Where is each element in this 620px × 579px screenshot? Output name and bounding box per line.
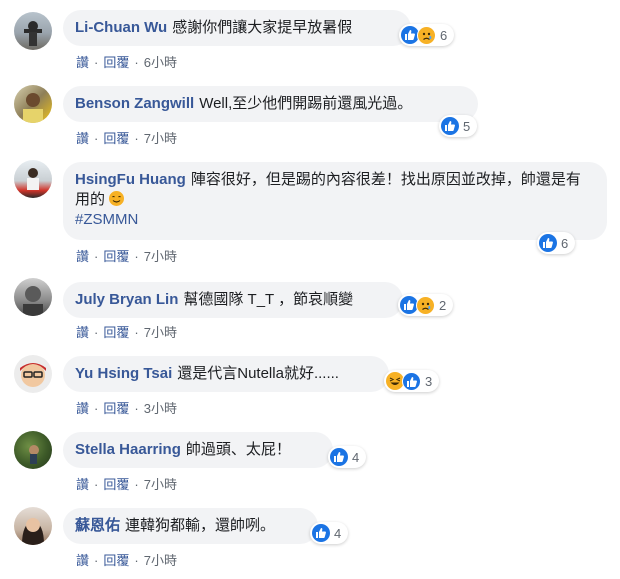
comment-time[interactable]: 7小時 — [144, 474, 177, 493]
like-reaction-icon — [312, 524, 330, 542]
reaction-summary[interactable]: 5 — [439, 115, 478, 137]
comment-time[interactable]: 6小時 — [144, 52, 177, 71]
smile-emoji-icon — [109, 191, 125, 206]
comment-bubble: Stella Haarring 帥過頭、太屁！ — [63, 432, 333, 468]
separator-dot: · — [94, 553, 99, 568]
avatar[interactable] — [14, 160, 52, 198]
like-link[interactable]: 讚 — [76, 550, 89, 569]
comment-text: 帥過頭、太屁！ — [185, 441, 291, 458]
comment-time[interactable]: 7小時 — [144, 246, 177, 265]
like-link[interactable]: 讚 — [76, 474, 89, 493]
reaction-count: 4 — [352, 449, 360, 465]
comment-actions: 讚 · 回覆 · 7小時 — [76, 246, 177, 265]
comment-actions: 讚 · 回覆 · 7小時 — [76, 128, 177, 147]
comment-author[interactable]: Li-Chuan Wu — [75, 19, 167, 36]
separator-dot: · — [94, 401, 99, 416]
comment-actions: 讚 · 回覆 · 7小時 — [76, 322, 177, 341]
separator-dot: · — [134, 325, 139, 340]
separator-dot: · — [94, 55, 99, 70]
comment-text: 連韓狗都輸，還帥咧。 — [125, 517, 276, 534]
hashtag-link[interactable]: #ZSMMN — [75, 211, 138, 228]
comment-author[interactable]: Benson Zangwill — [75, 95, 194, 112]
separator-dot: · — [94, 477, 99, 492]
reaction-count: 4 — [334, 525, 342, 541]
like-link[interactable]: 讚 — [76, 128, 89, 147]
reply-link[interactable]: 回覆 — [103, 52, 129, 71]
reaction-summary[interactable]: 6 — [537, 232, 576, 254]
comment-author[interactable]: HsingFu Huang — [75, 171, 186, 188]
comment-time[interactable]: 7小時 — [144, 322, 177, 341]
separator-dot: · — [94, 325, 99, 340]
reply-link[interactable]: 回覆 — [103, 474, 129, 493]
reply-link[interactable]: 回覆 — [103, 322, 129, 341]
separator-dot: · — [134, 249, 139, 264]
comment-actions: 讚 · 回覆 · 6小時 — [76, 52, 177, 71]
like-reaction-icon — [402, 371, 421, 391]
separator-dot: · — [134, 131, 139, 146]
reply-link[interactable]: 回覆 — [103, 128, 129, 147]
separator-dot: · — [134, 553, 139, 568]
avatar[interactable] — [14, 431, 52, 469]
comment-author[interactable]: Stella Haarring — [75, 441, 181, 458]
reaction-count: 6 — [440, 27, 448, 43]
reaction-summary[interactable]: 4 — [328, 446, 367, 468]
reaction-summary[interactable]: 2 — [398, 294, 454, 316]
comment-bubble: Benson Zangwill Well,至少他們開踢前還風光過。 — [63, 86, 478, 122]
like-link[interactable]: 讚 — [76, 52, 89, 71]
separator-dot: · — [94, 131, 99, 146]
reaction-count: 2 — [439, 297, 447, 313]
like-reaction-icon — [539, 234, 557, 252]
reply-link[interactable]: 回覆 — [103, 398, 129, 417]
reaction-summary[interactable]: 3 — [384, 370, 440, 392]
sad-reaction-icon — [416, 295, 435, 315]
comment-bubble: Li-Chuan Wu 感謝你們讓大家提早放暑假 — [63, 10, 411, 46]
comment-actions: 讚 · 回覆 · 7小時 — [76, 474, 177, 493]
comment-bubble: HsingFu Huang 陣容很好，但是踢的內容很差！找出原因並改掉，帥還是有用… — [63, 162, 607, 240]
comment-text: 幫德國隊 T_T ，節哀順變 — [183, 291, 354, 308]
comment-text: 感謝你們讓大家提早放暑假 — [172, 19, 353, 36]
avatar[interactable] — [14, 85, 52, 123]
like-link[interactable]: 讚 — [76, 398, 89, 417]
reaction-summary[interactable]: 4 — [310, 522, 349, 544]
comment-time[interactable]: 3小時 — [144, 398, 177, 417]
comment-author[interactable]: Yu Hsing Tsai — [75, 365, 172, 382]
like-link[interactable]: 讚 — [76, 322, 89, 341]
separator-dot: · — [94, 249, 99, 264]
reply-link[interactable]: 回覆 — [103, 246, 129, 265]
comment-text: 還是代言Nutella就好...... — [177, 365, 339, 382]
comment-author[interactable]: July Bryan Lin — [75, 291, 178, 308]
avatar[interactable] — [14, 278, 52, 316]
comment-author[interactable]: 蘇恩佑 — [75, 517, 120, 534]
separator-dot: · — [134, 401, 139, 416]
like-reaction-icon — [330, 448, 348, 466]
avatar[interactable] — [14, 12, 52, 50]
avatar[interactable] — [14, 507, 52, 545]
separator-dot: · — [134, 55, 139, 70]
sad-reaction-icon — [417, 25, 436, 45]
reaction-count: 3 — [425, 373, 433, 389]
reaction-count: 6 — [561, 235, 569, 251]
like-link[interactable]: 讚 — [76, 246, 89, 265]
reaction-summary[interactable]: 6 — [399, 24, 455, 46]
comment-time[interactable]: 7小時 — [144, 550, 177, 569]
reaction-count: 5 — [463, 118, 471, 134]
reply-link[interactable]: 回覆 — [103, 550, 129, 569]
comment-bubble: July Bryan Lin 幫德國隊 T_T ，節哀順變 — [63, 282, 403, 318]
comment-time[interactable]: 7小時 — [144, 128, 177, 147]
comment-text: Well,至少他們開踢前還風光過。 — [199, 95, 413, 112]
separator-dot: · — [134, 477, 139, 492]
comment-actions: 讚 · 回覆 · 7小時 — [76, 550, 177, 569]
like-reaction-icon — [441, 117, 459, 135]
comment-bubble: Yu Hsing Tsai 還是代言Nutella就好...... — [63, 356, 389, 392]
comment-actions: 讚 · 回覆 · 3小時 — [76, 398, 177, 417]
avatar[interactable] — [14, 355, 52, 393]
comment-bubble: 蘇恩佑 連韓狗都輸，還帥咧。 — [63, 508, 318, 544]
